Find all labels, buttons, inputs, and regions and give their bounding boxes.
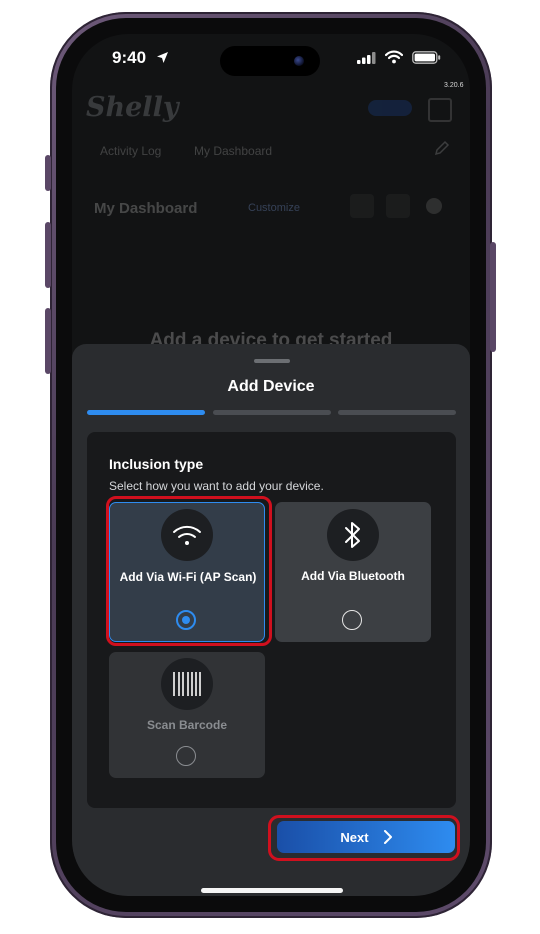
pencil-icon <box>434 140 450 156</box>
highlight-next-button <box>268 815 460 861</box>
radio-unselected[interactable] <box>176 746 196 766</box>
bluetooth-icon <box>345 522 360 548</box>
mute-switch <box>45 155 51 191</box>
option-add-via-bluetooth[interactable]: Add Via Bluetooth <box>275 502 431 642</box>
power-button <box>490 242 496 352</box>
background-dashboard: Shelly Activity Log My Dashboard My Dash… <box>72 88 470 388</box>
step-indicator-1 <box>87 410 205 415</box>
front-camera <box>294 56 304 66</box>
status-bar: 9:40 <box>72 34 470 88</box>
info-icon <box>426 198 442 214</box>
screen: 9:40 3.20.6 Shelly Activity Log My Dashb… <box>72 34 470 896</box>
option-scan-barcode[interactable]: Scan Barcode <box>109 652 265 778</box>
section-subtitle: Select how you want to add your device. <box>109 479 324 493</box>
background-badge <box>368 100 412 116</box>
background-action-button <box>386 194 410 218</box>
home-indicator[interactable] <box>201 888 343 893</box>
section-title: Inclusion type <box>109 456 204 472</box>
tab-my-dashboard: My Dashboard <box>194 144 273 158</box>
dynamic-island <box>220 46 320 76</box>
drag-handle[interactable] <box>254 359 290 363</box>
volume-down-button <box>45 308 51 374</box>
battery-icon <box>412 51 441 64</box>
radio-unselected[interactable] <box>342 610 362 630</box>
option-label: Add Via Bluetooth <box>301 569 405 583</box>
brand-logo: Shelly <box>86 92 179 123</box>
background-action-button <box>350 194 374 218</box>
customize-link: Customize <box>248 202 300 214</box>
cellular-signal-icon <box>357 52 376 64</box>
highlight-wifi-option <box>106 496 272 646</box>
wifi-icon <box>385 50 403 64</box>
location-arrow-icon <box>157 52 168 63</box>
option-label: Scan Barcode <box>146 718 228 732</box>
tab-activity-log: Activity Log <box>100 144 162 158</box>
step-indicator-2 <box>213 410 331 415</box>
dashboard-title: My Dashboard <box>94 200 198 217</box>
barcode-icon <box>173 672 201 696</box>
status-time: 9:40 <box>112 48 147 67</box>
sheet-title: Add Device <box>227 378 315 395</box>
bluetooth-icon-badge <box>327 509 379 561</box>
barcode-icon-badge <box>161 658 213 710</box>
step-indicator-3 <box>338 410 456 415</box>
volume-up-button <box>45 222 51 288</box>
menu-icon <box>428 98 452 122</box>
